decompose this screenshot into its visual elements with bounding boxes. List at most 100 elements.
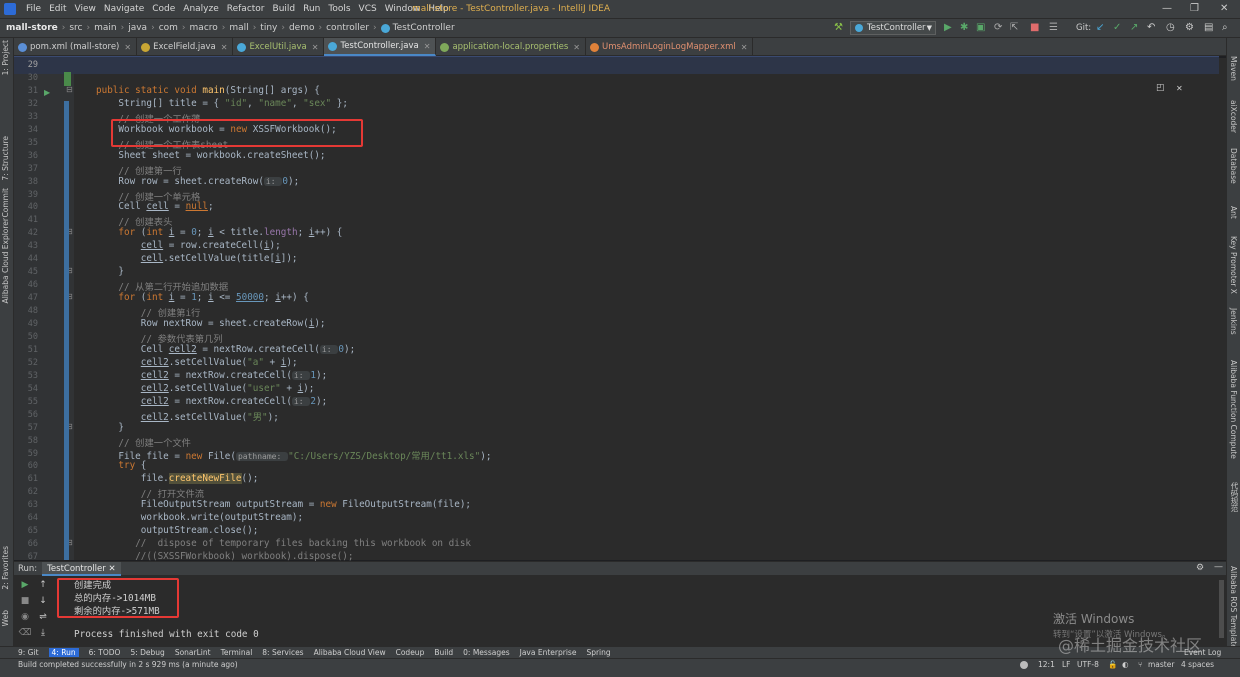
alibaba-ros-templates-button[interactable]: Alibaba ROS Templates — [1229, 566, 1238, 653]
code-line[interactable]: for (int i = 0; i < title.length; i++) { — [96, 227, 342, 238]
git-branch[interactable]: master — [1148, 660, 1174, 669]
coverage-icon[interactable]: ▣ — [976, 22, 985, 33]
menu-run[interactable]: Run — [299, 4, 324, 14]
maven-tool-button[interactable]: Maven — [1229, 56, 1238, 81]
crumb-controller[interactable]: controller — [326, 23, 369, 33]
code-line[interactable]: Cell cell2 = nextRow.createCell(i: 0); — [96, 344, 355, 355]
toolwindow-debug[interactable]: 5: Debug — [130, 648, 164, 657]
search-everywhere-icon[interactable]: ⌕ — [1222, 22, 1228, 33]
menu-refactor[interactable]: Refactor — [223, 4, 269, 14]
code-line[interactable]: Sheet sheet = workbook.createSheet(); — [96, 150, 325, 161]
run-tab-testcontroller[interactable]: TestController ✕ — [42, 561, 121, 576]
code-line[interactable]: cell2.setCellValue("user" + i); — [96, 383, 315, 394]
crumb-mall[interactable]: mall — [229, 23, 248, 33]
crumb-src[interactable]: src — [69, 23, 82, 33]
crumb-demo[interactable]: demo — [289, 23, 315, 33]
tab-excelfield-java[interactable]: ExcelField.java ✕ — [137, 38, 234, 56]
menu-view[interactable]: View — [71, 4, 100, 14]
toolwindow-terminal[interactable]: Terminal — [221, 648, 253, 657]
code-line[interactable]: cell2.setCellValue("a" + i); — [96, 357, 298, 368]
tab-testcontroller-java[interactable]: TestController.java ✕ — [324, 38, 437, 56]
toolwindow-java-enterprise[interactable]: Java Enterprise — [520, 648, 577, 657]
menu-build[interactable]: Build — [269, 4, 300, 14]
menu-file[interactable]: File — [22, 4, 45, 14]
toolwindow-spring[interactable]: Spring — [586, 648, 610, 657]
project-tool-button[interactable]: 1: Project — [1, 40, 10, 75]
close-tab-icon[interactable]: ✕ — [312, 43, 319, 52]
soft-wrap-icon[interactable]: ⇌ — [36, 612, 50, 622]
hide-panel-icon[interactable]: — — [1214, 562, 1223, 572]
alibaba-cloud-explorer-button[interactable]: Alibaba Cloud Explorer — [1, 218, 10, 303]
crumb-main[interactable]: main — [94, 23, 117, 33]
crumb-macro[interactable]: macro — [190, 23, 218, 33]
code-line[interactable]: // 创建一个文件 — [96, 435, 191, 449]
scroll-down-icon[interactable]: ↓ — [36, 596, 50, 606]
code-line[interactable]: cell2.setCellValue("男"); — [96, 409, 279, 423]
code-line[interactable]: cell.setCellValue(title[i]); — [96, 253, 298, 264]
status-message[interactable]: Build completed successfully in 2 s 929 … — [18, 660, 238, 669]
key-promoter-tool-button[interactable]: Key Promoter X — [1229, 236, 1238, 294]
run-gutter-icon[interactable]: ▶ — [44, 88, 50, 97]
toolwindow-todo[interactable]: 6: TODO — [89, 648, 121, 657]
git-commit-icon[interactable]: ✓ — [1113, 22, 1121, 33]
file-encoding[interactable]: UTF-8 — [1077, 660, 1099, 669]
toolwindow-git[interactable]: 9: Git — [18, 648, 39, 657]
tab-application-local-properties[interactable]: application-local.properties ✕ — [436, 38, 586, 56]
code-line[interactable]: File file = new File(pathname: "C:/Users… — [96, 448, 491, 462]
close-tab-icon[interactable]: ✕ — [573, 43, 580, 52]
toolwindow-build[interactable]: Build — [434, 648, 453, 657]
code-line[interactable]: cell2 = nextRow.createCell(i: 1); — [96, 370, 327, 381]
close-window-icon[interactable]: ✕ — [1220, 3, 1228, 14]
structure-icon[interactable]: ☰ — [1049, 22, 1058, 33]
crumb-com[interactable]: com — [159, 23, 178, 33]
minimize-icon[interactable]: — — [1162, 3, 1172, 14]
editor-scrollbar[interactable] — [1219, 58, 1226, 560]
line-separator[interactable]: LF — [1062, 660, 1071, 669]
code-line[interactable]: cell = row.createCell(i); — [96, 240, 281, 251]
database-tool-button[interactable]: Database — [1229, 148, 1238, 184]
debug-icon[interactable]: ✱ — [960, 22, 968, 33]
menu-tools[interactable]: Tools — [324, 4, 354, 14]
favorites-tool-button[interactable]: 2: Favorites — [1, 546, 10, 590]
menu-vcs[interactable]: VCS — [355, 4, 381, 14]
lock-icon[interactable]: 🔓 — [1108, 660, 1117, 669]
code-line[interactable]: // 创建第一行 — [96, 163, 181, 177]
tab-umsadminloginlogmapper-xml[interactable]: UmsAdminLoginLogMapper.xml ✕ — [586, 38, 754, 56]
stop-run-icon[interactable]: ■ — [18, 596, 32, 606]
web-tool-button[interactable]: Web — [1, 610, 10, 626]
undo-icon[interactable]: ↶ — [1147, 22, 1155, 33]
stop-icon[interactable]: ■ — [1030, 22, 1039, 33]
close-tab-icon[interactable]: ✕ — [221, 43, 228, 52]
close-run-tab-icon[interactable]: ✕ — [108, 564, 115, 574]
indent-setting[interactable]: 4 spaces — [1181, 660, 1214, 669]
tab-excelutil-java[interactable]: ExcelUtil.java ✕ — [233, 38, 325, 56]
crumb-java[interactable]: java — [128, 23, 147, 33]
inspection-icon[interactable]: ◐ — [1122, 660, 1129, 669]
code-line[interactable]: Cell cell = null; — [96, 201, 213, 212]
profiler-icon[interactable]: ⟳ — [994, 22, 1002, 33]
output-scrollbar[interactable] — [1219, 580, 1224, 638]
history-icon[interactable]: ◷ — [1166, 22, 1175, 33]
code-line[interactable]: // 创建第i行 — [96, 305, 201, 319]
code-line[interactable]: file.createNewFile(); — [96, 473, 258, 485]
alibaba-function-compute-button[interactable]: Alibaba Function Compute — [1229, 360, 1238, 459]
settings-icon[interactable]: ⚙ — [1185, 22, 1194, 33]
code-line[interactable]: // 参数代表第几列 — [96, 331, 223, 345]
code-line[interactable]: // 打开文件流 — [96, 486, 204, 500]
close-tab-icon[interactable]: ✕ — [124, 43, 131, 52]
inspection-widget-icon[interactable]: ◰ — [1156, 83, 1165, 93]
toolwindow-services[interactable]: 8: Services — [262, 648, 303, 657]
attach-icon[interactable]: ⇱ — [1010, 22, 1018, 33]
code-line[interactable]: } — [96, 422, 124, 433]
code-line[interactable]: // 创建表头 — [96, 214, 172, 228]
code-line[interactable]: // dispose of temporary files backing th… — [96, 538, 471, 549]
close-widget-icon[interactable]: ✕ — [1176, 84, 1183, 93]
crumb-project[interactable]: mall-store — [6, 23, 58, 33]
ant-tool-button[interactable]: Ant — [1229, 206, 1238, 219]
aixcoder-tool-button[interactable]: aiXcoder — [1229, 100, 1238, 133]
code-line[interactable]: cell2 = nextRow.createCell(i: 2); — [96, 396, 327, 407]
close-tab-icon[interactable]: ✕ — [424, 42, 431, 51]
code-line[interactable]: public static void main(String[] args) { — [96, 85, 320, 96]
code-line[interactable]: workbook.write(outputStream); — [96, 512, 303, 523]
code-standards-button[interactable]: 代码规范 — [1229, 482, 1240, 512]
